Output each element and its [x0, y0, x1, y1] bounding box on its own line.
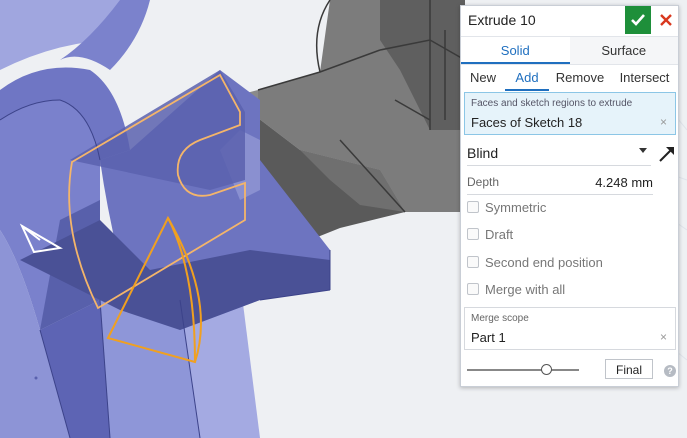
checkbox-box	[467, 283, 479, 295]
faces-selection-field[interactable]: Faces and sketch regions to extrude Face…	[464, 92, 676, 135]
merge-scope-value: Part 1	[471, 330, 506, 345]
draft-label: Draft	[485, 226, 514, 242]
flip-direction-icon	[659, 147, 674, 162]
accept-button[interactable]	[625, 6, 651, 34]
slider-track	[467, 369, 579, 371]
tab-solid[interactable]: Solid	[461, 37, 570, 64]
dialog-title: Extrude 10	[468, 12, 536, 28]
clear-selection-icon[interactable]: ×	[660, 115, 667, 129]
dialog-header: Extrude 10	[461, 6, 678, 36]
checkbox-box	[467, 256, 479, 268]
cancel-button[interactable]	[653, 6, 678, 34]
depth-label: Depth	[467, 175, 500, 189]
final-button[interactable]: Final	[605, 359, 653, 379]
merge-with-all-label: Merge with all	[485, 281, 566, 297]
faces-selection-caption: Faces and sketch regions to extrude	[471, 98, 633, 109]
close-icon	[659, 14, 672, 26]
operation-remove[interactable]: Remove	[549, 64, 611, 91]
operation-selector: New Add Remove Intersect	[461, 64, 678, 91]
clear-merge-scope-icon[interactable]: ×	[660, 330, 667, 344]
slider-thumb[interactable]	[541, 364, 552, 375]
merge-scope-caption: Merge scope	[471, 313, 529, 324]
rollback-slider[interactable]	[467, 363, 579, 377]
symmetric-label: Symmetric	[485, 199, 547, 215]
draft-checkbox[interactable]: Draft	[467, 225, 513, 243]
flip-direction-button[interactable]	[657, 143, 677, 165]
viewport-origin-dot	[34, 376, 38, 380]
depth-input[interactable]: 4.248 mm	[595, 175, 653, 190]
operation-intersect[interactable]: Intersect	[611, 64, 678, 91]
tab-surface[interactable]: Surface	[570, 37, 679, 64]
merge-scope-field[interactable]: Merge scope Part 1 ×	[464, 307, 676, 350]
symmetric-checkbox[interactable]: Symmetric	[467, 198, 546, 216]
checkbox-box	[467, 228, 479, 240]
end-type-dropdown[interactable]: Blind	[467, 143, 651, 166]
merge-with-all-checkbox[interactable]: Merge with all	[467, 280, 565, 298]
second-end-position-label: Second end position	[485, 254, 603, 270]
faces-selection-value: Faces of Sketch 18	[471, 115, 583, 130]
operation-new[interactable]: New	[461, 64, 505, 91]
extrude-feature-dialog: Extrude 10 Solid Surface New Add Remove …	[460, 5, 679, 387]
body-type-selector: Solid Surface	[461, 36, 678, 65]
second-end-position-checkbox[interactable]: Second end position	[467, 253, 603, 271]
help-icon[interactable]: ?	[664, 365, 676, 377]
chevron-down-icon	[639, 148, 647, 153]
depth-field: Depth 4.248 mm	[467, 172, 653, 195]
operation-add[interactable]: Add	[505, 64, 549, 91]
checkbox-box	[467, 201, 479, 213]
checkmark-icon	[631, 14, 645, 26]
end-type-value: Blind	[467, 145, 499, 161]
